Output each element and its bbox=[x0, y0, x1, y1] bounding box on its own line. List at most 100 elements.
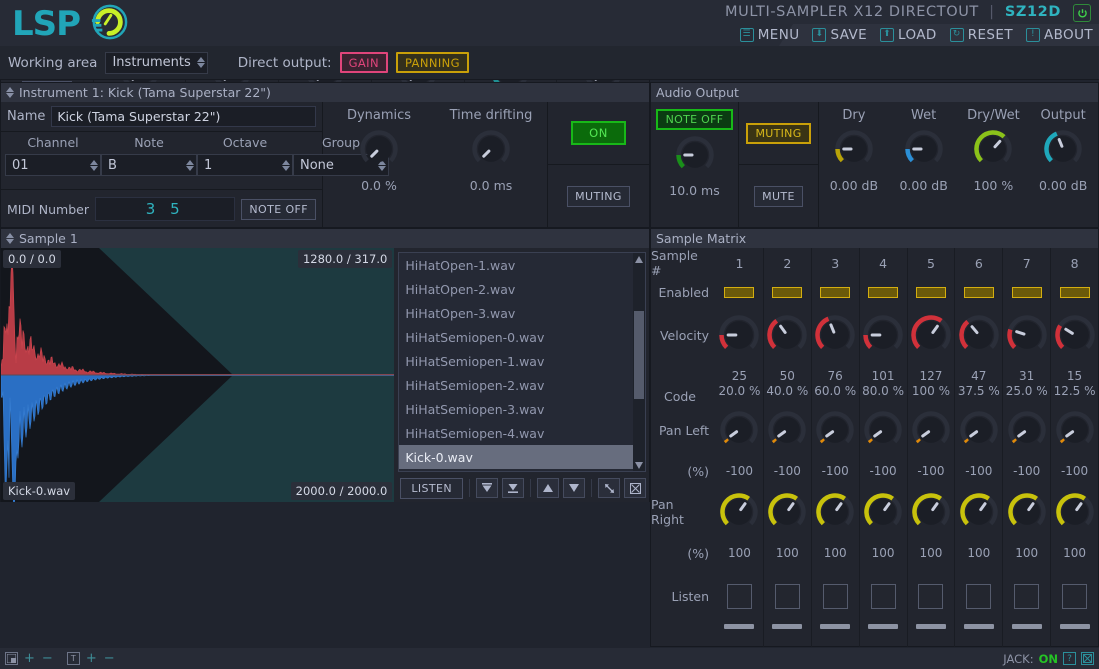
font-icon[interactable]: T bbox=[66, 652, 80, 665]
note-select[interactable]: B bbox=[101, 154, 197, 176]
matrix-listen-toggle[interactable] bbox=[812, 568, 859, 624]
matrix-listen-toggle[interactable] bbox=[908, 568, 955, 624]
dynamics-knob[interactable] bbox=[360, 130, 398, 172]
matrix-pan-left-knob[interactable] bbox=[908, 404, 955, 456]
power-icon[interactable] bbox=[1073, 4, 1091, 22]
file-list[interactable]: HiHatOpen-1.wav HiHatOpen-2.wav HiHatOpen-… bbox=[398, 252, 646, 472]
matrix-velocity-knob[interactable] bbox=[908, 306, 955, 364]
file-list-item[interactable]: HiHatOpen-1.wav bbox=[399, 253, 633, 277]
file-list-item[interactable]: HiHatOpen-3.wav bbox=[399, 301, 633, 325]
file-list-item[interactable]: HiHatSemiopen-4.wav bbox=[399, 421, 633, 445]
matrix-enabled-toggle[interactable] bbox=[860, 278, 907, 306]
matrix-pan-right-knob[interactable] bbox=[812, 486, 859, 538]
close-icon[interactable] bbox=[1081, 652, 1094, 665]
matrix-listen-toggle[interactable] bbox=[1003, 568, 1050, 624]
menu-item-about[interactable]: ! ABOUT bbox=[1025, 27, 1093, 43]
matrix-pan-right-knob[interactable] bbox=[1051, 486, 1098, 538]
matrix-listen-toggle[interactable] bbox=[860, 568, 907, 624]
scroll-up-icon[interactable] bbox=[633, 253, 645, 265]
midi-number-value[interactable]: 3 5 bbox=[94, 197, 236, 221]
scale-minus-button[interactable]: − bbox=[41, 651, 54, 666]
font-plus-button[interactable]: + bbox=[85, 651, 98, 666]
matrix-pan-left-knob[interactable] bbox=[955, 404, 1002, 456]
matrix-pan-left-knob[interactable] bbox=[1003, 404, 1050, 456]
font-minus-button[interactable]: − bbox=[103, 651, 116, 666]
matrix-listen-toggle[interactable] bbox=[1051, 568, 1098, 624]
working-area-select[interactable]: Instruments bbox=[105, 51, 208, 74]
time-drifting-knob[interactable] bbox=[472, 130, 510, 172]
matrix-pan-right-knob[interactable] bbox=[716, 486, 763, 538]
help-icon[interactable]: ? bbox=[1063, 652, 1076, 665]
matrix-listen-toggle[interactable] bbox=[716, 568, 763, 624]
matrix-pan-right-knob[interactable] bbox=[908, 486, 955, 538]
audio-note-off-button[interactable]: NOTE OFF bbox=[655, 109, 734, 130]
file-list-item[interactable]: HiHatSemiopen-2.wav bbox=[399, 373, 633, 397]
to-last-icon[interactable] bbox=[502, 478, 524, 498]
audio-mute-button[interactable]: MUTE bbox=[754, 186, 803, 207]
updown-icon[interactable] bbox=[6, 233, 14, 244]
menu-item-reset[interactable]: ↻ RESET bbox=[949, 27, 1013, 43]
scroll-down-icon[interactable] bbox=[633, 459, 645, 471]
file-list-scrollbar[interactable] bbox=[633, 253, 645, 471]
matrix-velocity-knob[interactable] bbox=[716, 306, 763, 364]
matrix-velocity-knob[interactable] bbox=[1003, 306, 1050, 364]
reload-icon[interactable] bbox=[598, 478, 620, 498]
matrix-velocity-knob[interactable] bbox=[764, 306, 811, 364]
matrix-pan-right-knob[interactable] bbox=[1003, 486, 1050, 538]
gain-button[interactable]: GAIN bbox=[339, 52, 388, 73]
updown-icon[interactable] bbox=[6, 87, 14, 98]
matrix-enabled-toggle[interactable] bbox=[812, 278, 859, 306]
menu-item-menu[interactable]: ☰ MENU bbox=[739, 27, 800, 43]
audio-muting-button[interactable]: MUTING bbox=[746, 122, 811, 144]
output-knob[interactable] bbox=[1044, 130, 1082, 172]
clear-icon[interactable] bbox=[624, 478, 646, 498]
to-first-icon[interactable] bbox=[476, 478, 498, 498]
matrix-enabled-toggle[interactable] bbox=[716, 278, 763, 306]
panning-button[interactable]: PANNING bbox=[395, 52, 469, 73]
wet-knob[interactable] bbox=[904, 130, 943, 172]
instrument-name-input[interactable]: Kick (Tama Superstar 22") bbox=[51, 106, 316, 127]
matrix-velocity-knob[interactable] bbox=[812, 306, 859, 364]
matrix-listen-toggle[interactable] bbox=[764, 568, 811, 624]
dry-knob[interactable] bbox=[835, 130, 873, 172]
matrix-velocity-knob[interactable] bbox=[860, 306, 907, 364]
file-list-item[interactable]: HiHatSemiopen-0.wav bbox=[399, 325, 633, 349]
drywet-knob[interactable] bbox=[974, 130, 1013, 172]
menu-item-save[interactable]: ⬇ SAVE bbox=[812, 27, 867, 43]
octave-select[interactable]: 1 bbox=[197, 154, 293, 176]
matrix-pan-right-knob[interactable] bbox=[764, 486, 811, 538]
matrix-pan-left-knob[interactable] bbox=[860, 404, 907, 456]
matrix-pan-left-knob[interactable] bbox=[812, 404, 859, 456]
move-down-icon[interactable] bbox=[563, 478, 585, 498]
file-list-item[interactable]: HiHatOpen-2.wav bbox=[399, 277, 633, 301]
listen-button[interactable]: LISTEN bbox=[400, 477, 463, 499]
matrix-pan-right-knob[interactable] bbox=[860, 486, 907, 538]
move-up-icon[interactable] bbox=[537, 478, 559, 498]
matrix-pan-left-knob[interactable] bbox=[764, 404, 811, 456]
matrix-listen-toggle[interactable] bbox=[955, 568, 1002, 624]
instrument-on-button[interactable]: ON bbox=[571, 121, 626, 145]
waveform-display[interactable]: 0.0 / 0.0 1280.0 / 317.0 Kick-0.wav 2000… bbox=[1, 248, 395, 502]
audio-note-off-knob[interactable] bbox=[675, 136, 714, 178]
matrix-enabled-toggle[interactable] bbox=[955, 278, 1002, 306]
instrument-note-off-button[interactable]: NOTE OFF bbox=[241, 198, 316, 220]
sample-panel-title[interactable]: Sample 1 bbox=[1, 229, 649, 248]
matrix-pan-left-knob[interactable] bbox=[1051, 404, 1098, 456]
matrix-enabled-toggle[interactable] bbox=[908, 278, 955, 306]
matrix-enabled-toggle[interactable] bbox=[1003, 278, 1050, 306]
instrument-panel-title[interactable]: Instrument 1: Kick (Tama Superstar 22") bbox=[1, 83, 649, 102]
scrollbar-thumb[interactable] bbox=[634, 311, 644, 399]
menu-item-load[interactable]: ⬆ LOAD bbox=[880, 27, 937, 43]
matrix-enabled-toggle[interactable] bbox=[764, 278, 811, 306]
matrix-velocity-knob[interactable] bbox=[955, 306, 1002, 364]
scale-plus-button[interactable]: + bbox=[23, 651, 36, 666]
matrix-velocity-knob[interactable] bbox=[1051, 306, 1098, 364]
matrix-enabled-toggle[interactable] bbox=[1051, 278, 1098, 306]
scale-icon[interactable] bbox=[5, 652, 18, 665]
file-list-item[interactable]: HiHatSemiopen-1.wav bbox=[399, 349, 633, 373]
instrument-muting-button[interactable]: MUTING bbox=[567, 186, 630, 207]
file-list-item[interactable]: Kick-0.wav bbox=[399, 445, 633, 469]
channel-select[interactable]: 01 bbox=[5, 154, 101, 176]
file-list-item[interactable]: HiHatSemiopen-3.wav bbox=[399, 397, 633, 421]
matrix-pan-left-knob[interactable] bbox=[716, 404, 763, 456]
